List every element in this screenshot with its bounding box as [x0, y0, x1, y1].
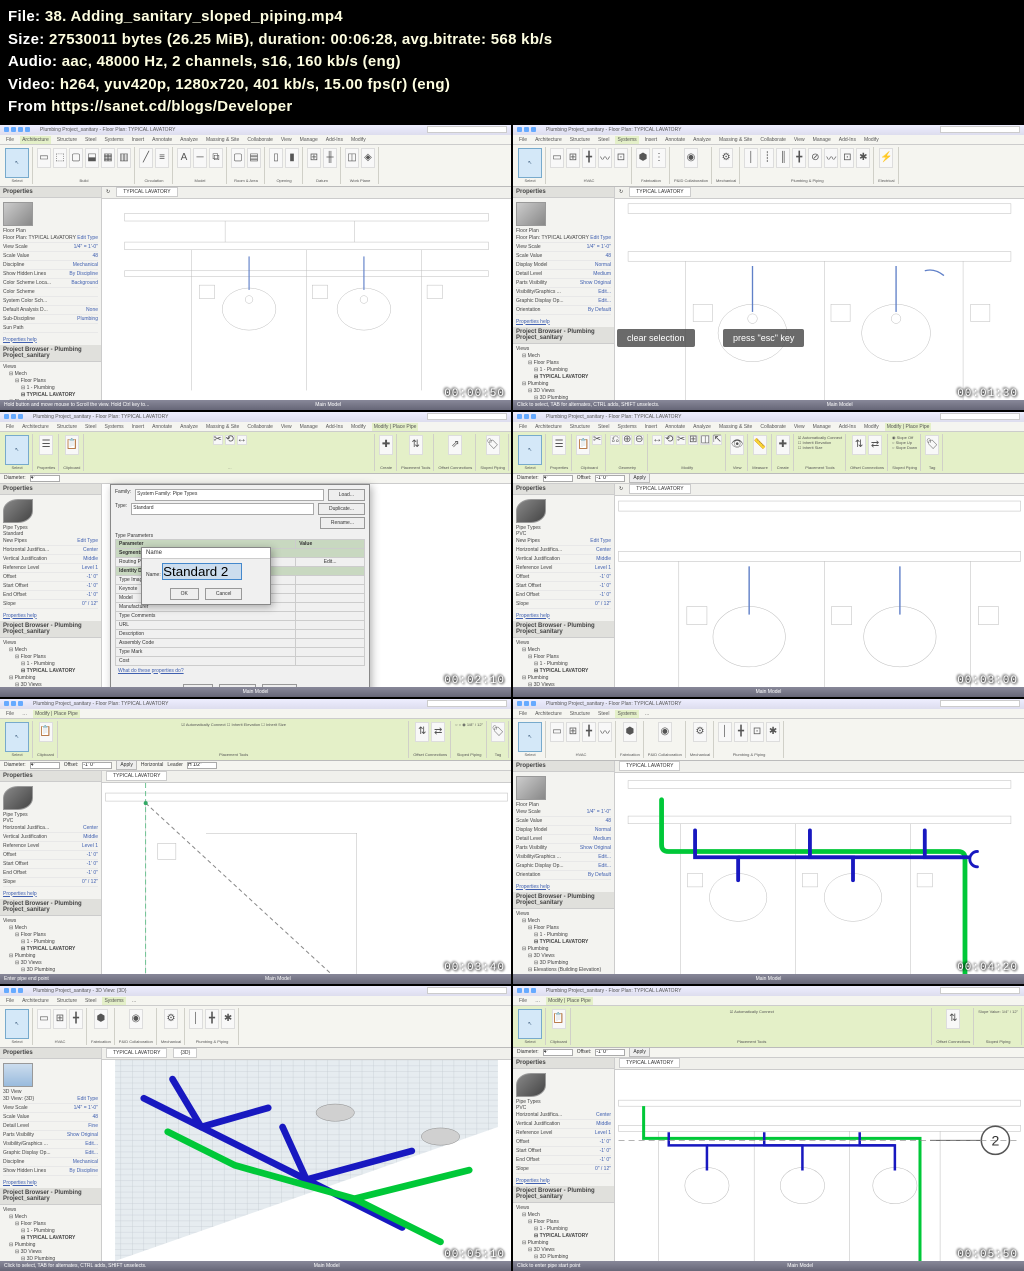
- frame-3: Plumbing Project_sanitary - Floor Plan: …: [0, 412, 511, 697]
- quick-access-toolbar[interactable]: Plumbing Project_sanitary - Floor Plan: …: [0, 125, 511, 135]
- status-bar: Hold button and move mouse to Scroll the…: [0, 400, 511, 410]
- frame-2: Plumbing Project_sanitary - Floor Plan: …: [513, 125, 1024, 410]
- frame-1: Plumbing Project_sanitary - Floor Plan: …: [0, 125, 511, 410]
- properties-help-link[interactable]: Properties help: [0, 335, 101, 345]
- left-sidebar: Properties Floor Plan Floor Plan: TYPICA…: [0, 187, 102, 400]
- media-info-header: File: 38. Adding_sanitary_sloped_piping.…: [0, 0, 1024, 125]
- frame-5: Plumbing Project_sanitary - Floor Plan: …: [0, 699, 511, 984]
- frame-6: Plumbing Project_sanitary - Floor Plan: …: [513, 699, 1024, 984]
- ribbon[interactable]: ↖Select ▭⬚▢⬓▦▥Build ╱≡Circulation A─⧉Mod…: [0, 145, 511, 187]
- overlay-clear-selection: clear selection: [617, 329, 695, 347]
- frame-4: Plumbing Project_sanitary - Floor Plan: …: [513, 412, 1024, 697]
- drawing-canvas[interactable]: ↻TYPICAL LAVATORY: [102, 187, 511, 400]
- type-properties-dialog[interactable]: Family:System Family: Pipe TypesLoad... …: [110, 484, 370, 697]
- thumbnail-grid: Plumbing Project_sanitary - Floor Plan: …: [0, 125, 1024, 1271]
- timestamp: 00:00:50: [444, 388, 505, 400]
- search-input[interactable]: [427, 126, 507, 133]
- preview-thumb: [3, 202, 33, 226]
- modify-button[interactable]: ↖: [5, 148, 29, 178]
- browser-title: Project Browser - Plumbing Project_sanit…: [0, 345, 101, 362]
- frame-7: Plumbing Project_sanitary - 3D View: {3D…: [0, 986, 511, 1271]
- frame-8: Plumbing Project_sanitary - Floor Plan: …: [513, 986, 1024, 1271]
- overlay-press-esc: press "esc" key: [723, 329, 804, 347]
- name-dialog[interactable]: Name Name: OKCancel: [141, 547, 271, 605]
- ribbon-systems[interactable]: ↖Select ▭⊞╋〰⊡HVAC ⬢⋮Fabrication ◉P&ID Co…: [513, 145, 1024, 187]
- ribbon-tabs[interactable]: FileArchitectureStructureSteelSystemsIns…: [0, 135, 511, 145]
- properties-title: Properties: [0, 187, 101, 198]
